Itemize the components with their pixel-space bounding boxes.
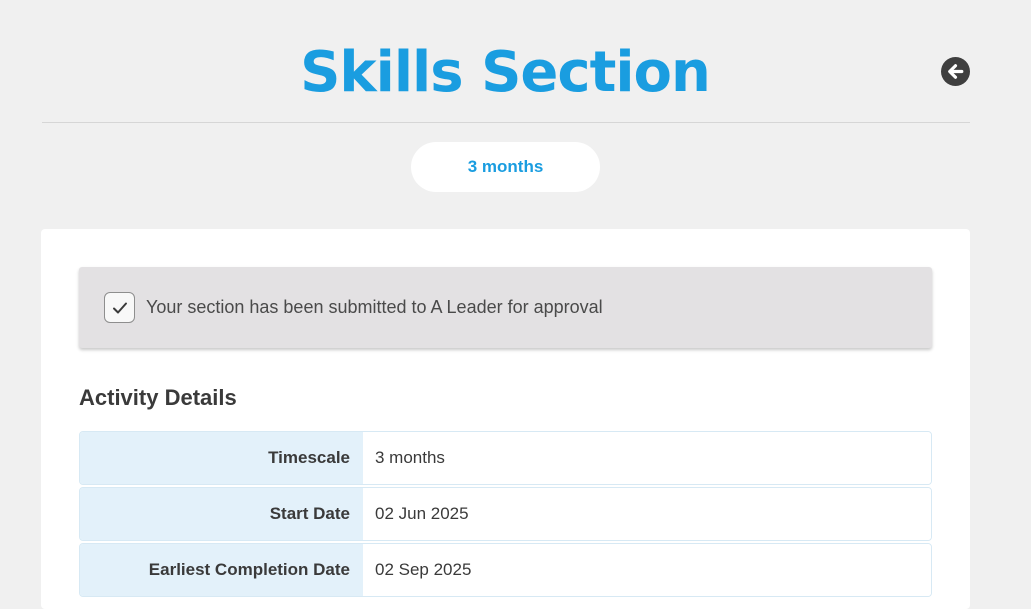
arrow-left-icon — [948, 64, 964, 79]
detail-row-earliest-completion-date: Earliest Completion Date 02 Sep 2025 — [79, 543, 932, 597]
detail-label: Timescale — [80, 432, 363, 484]
page-title: Skills Section — [300, 40, 711, 105]
detail-label: Start Date — [80, 488, 363, 540]
detail-row-timescale: Timescale 3 months — [79, 431, 932, 485]
detail-row-start-date: Start Date 02 Jun 2025 — [79, 487, 932, 541]
submitted-checkbox[interactable] — [104, 292, 135, 323]
detail-value: 02 Sep 2025 — [363, 544, 931, 596]
checkmark-icon — [112, 302, 127, 313]
timescale-pill-label: 3 months — [467, 157, 544, 176]
submission-status-banner: Your section has been submitted to A Lea… — [79, 267, 932, 348]
detail-value: 3 months — [363, 432, 931, 484]
timescale-pill[interactable]: 3 months — [411, 142, 600, 192]
status-message: Your section has been submitted to A Lea… — [146, 297, 603, 317]
section-heading: Activity Details — [79, 385, 237, 410]
detail-label: Earliest Completion Date — [80, 544, 363, 596]
header-divider — [42, 122, 970, 123]
activity-card: Your section has been submitted to A Lea… — [41, 229, 970, 609]
detail-value: 02 Jun 2025 — [363, 488, 931, 540]
back-button[interactable] — [941, 57, 970, 86]
